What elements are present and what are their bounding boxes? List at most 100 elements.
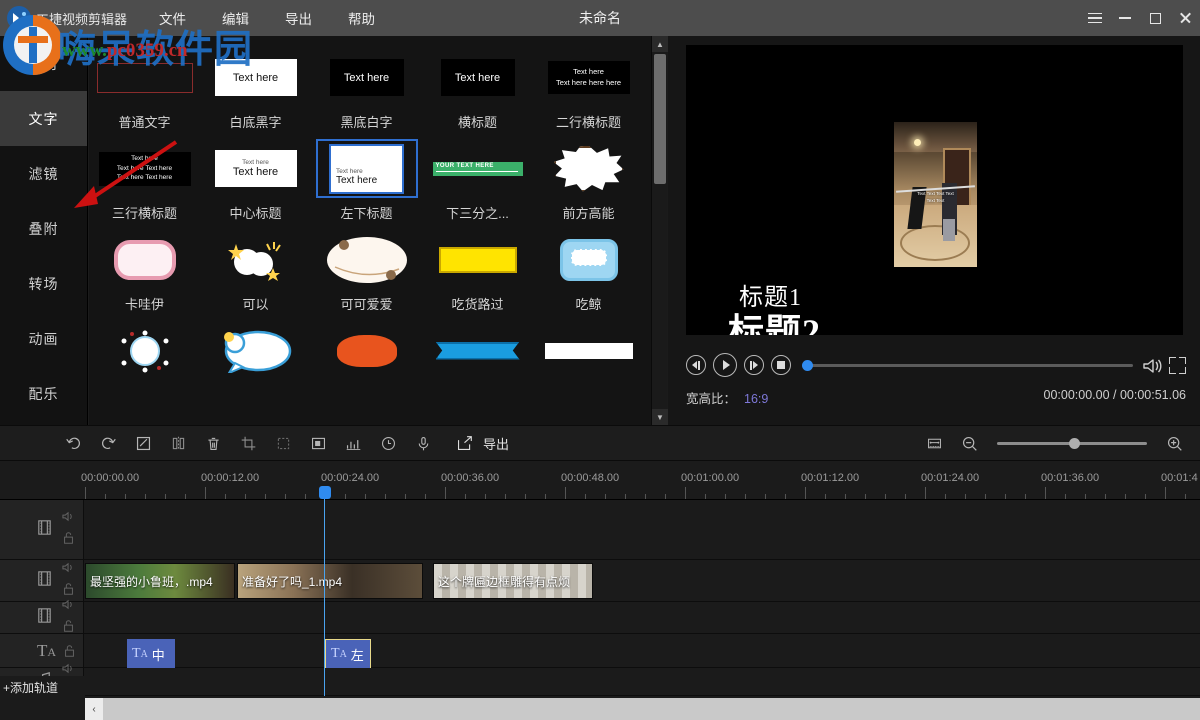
track-row-3[interactable]: TA TA 中TA 左 xyxy=(0,634,1200,668)
track-audio-lock-icons[interactable] xyxy=(61,561,76,601)
zoom-out-icon[interactable] xyxy=(952,425,987,461)
timeline-ruler[interactable]: 00:00:00.0000:00:12.0000:00:24.0000:00:3… xyxy=(0,462,1200,500)
scroll-down-icon[interactable]: ▼ xyxy=(652,409,668,425)
template-item-14[interactable]: 吃鲸 xyxy=(533,232,644,313)
seek-thumb[interactable] xyxy=(802,360,813,371)
template-thumbnail[interactable] xyxy=(96,50,194,105)
close-icon[interactable] xyxy=(1170,0,1200,36)
menu-help[interactable]: 帮助 xyxy=(330,2,393,34)
video-clip-1[interactable]: 准备好了吗_1.mp4 xyxy=(237,563,423,599)
menu-export[interactable]: 导出 xyxy=(267,2,330,34)
video-clip-0[interactable]: 最坚强的小鲁班，.mp4 xyxy=(85,563,235,599)
track-header-0[interactable] xyxy=(0,500,84,559)
menu-edit[interactable]: 编辑 xyxy=(204,2,267,34)
template-thumbnail[interactable]: Text here xyxy=(429,50,527,105)
add-track-button[interactable]: +添加轨道 xyxy=(0,676,85,698)
template-thumbnail[interactable] xyxy=(540,141,638,196)
volume-icon[interactable] xyxy=(1141,356,1161,374)
template-item-0[interactable]: 普通文字 xyxy=(89,50,200,131)
export-icon[interactable] xyxy=(447,425,482,461)
video-clip-2[interactable]: 这个牌匾边框雕得有点烦 xyxy=(433,563,593,599)
template-thumbnail[interactable] xyxy=(429,323,527,378)
template-item-19[interactable] xyxy=(533,323,644,385)
template-item-6[interactable]: Text hereText here 中心标题 xyxy=(200,141,311,222)
template-item-8[interactable]: YOUR TEXT HERE 下三分之... xyxy=(422,141,533,222)
track-row-4[interactable] xyxy=(0,668,1200,696)
mosaic-icon[interactable] xyxy=(301,425,336,461)
track-row-1[interactable]: 最坚强的小鲁班，.mp4准备好了吗_1.mp4 这个牌匾边框雕得有点烦 xyxy=(0,560,1200,602)
zoom-in-icon[interactable] xyxy=(1157,425,1192,461)
track-header-2[interactable] xyxy=(0,602,84,633)
speaker-icon[interactable] xyxy=(61,510,76,528)
track-audio-lock-icons[interactable] xyxy=(61,598,76,638)
template-item-16[interactable] xyxy=(200,323,311,385)
template-thumbnail[interactable]: Text hereText here here here xyxy=(540,50,638,105)
template-item-2[interactable]: Text here 黑底白字 xyxy=(311,50,422,131)
minimize-icon[interactable] xyxy=(1110,0,1140,36)
template-thumbnail[interactable] xyxy=(318,323,416,378)
crop-icon[interactable] xyxy=(231,425,266,461)
sidebar-item-5[interactable]: 动画 xyxy=(0,311,87,366)
track-audio-lock-icons[interactable] xyxy=(61,510,76,550)
prev-frame-button[interactable] xyxy=(686,355,706,375)
template-thumbnail[interactable]: Text here xyxy=(207,50,305,105)
seek-slider[interactable] xyxy=(802,364,1133,367)
track-row-2[interactable] xyxy=(0,602,1200,634)
track-lane-2[interactable] xyxy=(85,602,1200,633)
microphone-icon[interactable] xyxy=(406,425,441,461)
sidebar-item-6[interactable]: 配乐 xyxy=(0,366,87,421)
zoom-slider-thumb[interactable] xyxy=(1069,438,1080,449)
track-lane-0[interactable] xyxy=(85,500,1200,559)
template-thumbnail[interactable] xyxy=(429,232,527,287)
audio-level-icon[interactable] xyxy=(336,425,371,461)
hscroll-thumb[interactable] xyxy=(103,698,1193,720)
video-preview[interactable]: Text Text Text TextText Text 标题1 标题2 xyxy=(686,45,1183,335)
template-thumbnail[interactable] xyxy=(96,232,194,287)
track-row-0[interactable] xyxy=(0,500,1200,560)
template-item-3[interactable]: Text here 横标题 xyxy=(422,50,533,131)
template-thumbnail[interactable]: Text here xyxy=(318,50,416,105)
next-frame-button[interactable] xyxy=(744,355,764,375)
delete-icon[interactable] xyxy=(196,425,231,461)
speaker-icon[interactable] xyxy=(61,561,76,579)
edit-icon[interactable] xyxy=(126,425,161,461)
template-item-15[interactable] xyxy=(89,323,200,385)
lock-icon[interactable] xyxy=(62,531,75,550)
template-item-9[interactable]: 前方高能 xyxy=(533,141,644,222)
template-item-10[interactable]: 卡哇伊 xyxy=(89,232,200,313)
template-item-17[interactable] xyxy=(311,323,422,385)
track-lane-1[interactable]: 最坚强的小鲁班，.mp4准备好了吗_1.mp4 这个牌匾边框雕得有点烦 xyxy=(85,560,1200,601)
fullscreen-icon[interactable] xyxy=(1169,357,1186,374)
menu-file[interactable]: 文件 xyxy=(141,2,204,34)
fit-to-window-icon[interactable] xyxy=(917,425,952,461)
template-item-4[interactable]: Text hereText here here here 二行横标题 xyxy=(533,50,644,131)
frame-icon[interactable] xyxy=(266,425,301,461)
track-lock-icon[interactable] xyxy=(63,644,76,658)
template-item-7[interactable]: Text hereText here 左下标题 xyxy=(311,141,422,222)
template-thumbnail[interactable] xyxy=(96,323,194,378)
zoom-slider[interactable] xyxy=(997,442,1147,445)
redo-icon[interactable] xyxy=(91,425,126,461)
playhead-knob[interactable] xyxy=(319,486,331,499)
template-thumbnail[interactable]: YOUR TEXT HERE xyxy=(429,141,527,196)
template-thumbnail[interactable] xyxy=(207,232,305,287)
scroll-thumb[interactable] xyxy=(654,54,666,184)
playhead[interactable] xyxy=(324,492,325,696)
template-thumbnail[interactable] xyxy=(318,232,416,287)
export-label[interactable]: 导出 xyxy=(483,434,509,453)
template-scrollbar[interactable]: ▲ ▼ xyxy=(651,36,667,425)
template-thumbnail[interactable]: Text hereText here xyxy=(207,141,305,196)
template-thumbnail[interactable]: Text hereText here xyxy=(318,141,416,196)
template-item-11[interactable]: 可以 xyxy=(200,232,311,313)
template-thumbnail[interactable] xyxy=(207,323,305,378)
speed-clock-icon[interactable] xyxy=(371,425,406,461)
template-item-1[interactable]: Text here 白底黑字 xyxy=(200,50,311,131)
template-item-13[interactable]: 吃货路过 xyxy=(422,232,533,313)
template-item-18[interactable] xyxy=(422,323,533,385)
play-button[interactable] xyxy=(713,353,737,377)
maximize-icon[interactable] xyxy=(1140,0,1170,36)
text-clip-1[interactable]: TA 左 xyxy=(325,639,371,669)
text-clip-0[interactable]: TA 中 xyxy=(127,639,175,669)
track-lane-3[interactable]: TA 中 TA 左 xyxy=(85,634,1200,667)
timeline-horizontal-scrollbar[interactable]: ‹ xyxy=(85,698,1200,720)
